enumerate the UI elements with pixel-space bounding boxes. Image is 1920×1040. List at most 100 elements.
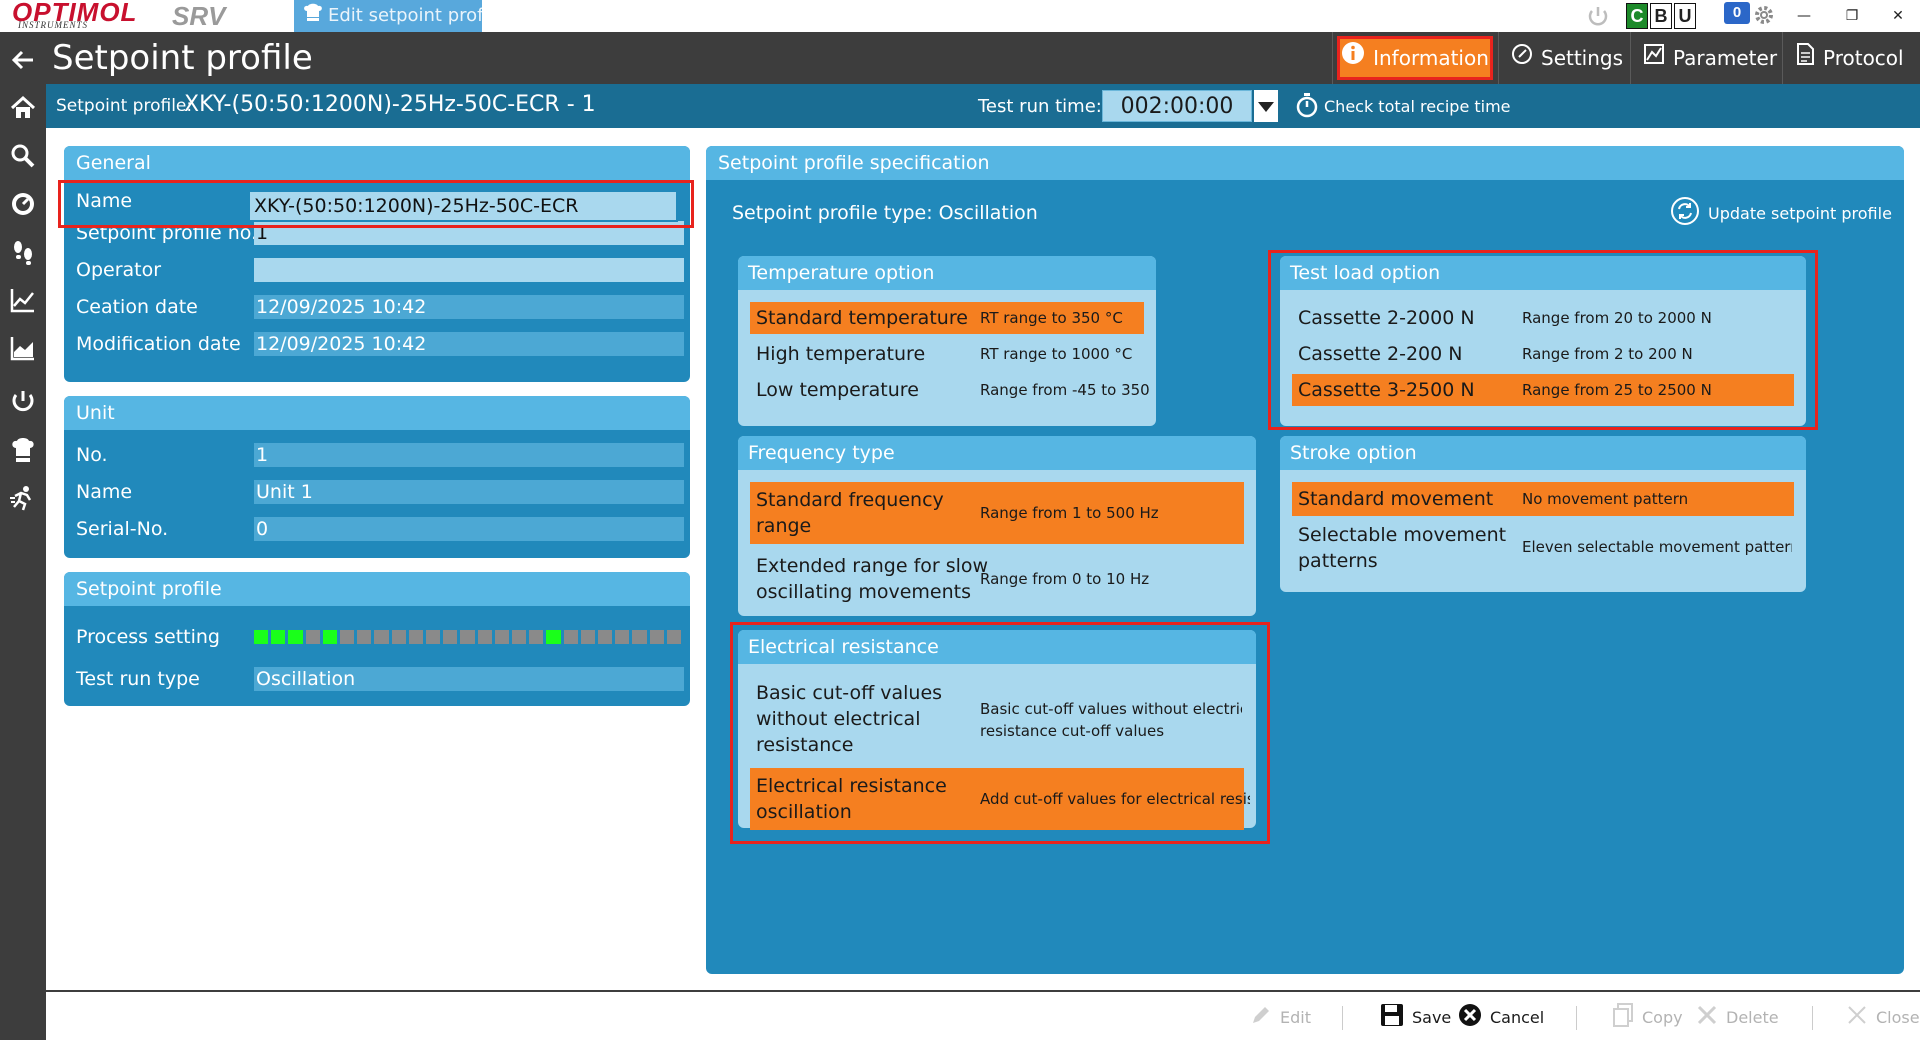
test-run-time-input[interactable]: 002:00:00 (1102, 90, 1252, 122)
c-status-badge[interactable]: C (1626, 3, 1648, 29)
update-label: Update setpoint profile (1708, 203, 1892, 223)
option-desc: Range from 1 to 500 Hz (980, 504, 1159, 522)
check-total-recipe-time-button[interactable]: Check total recipe time (1324, 97, 1511, 116)
close-label: Close (1876, 1007, 1920, 1027)
process-step-light (460, 630, 475, 644)
refresh-icon (1670, 196, 1700, 230)
title-bar: OPTIMOL INSTRUMENTS SRV Edit setpoint pr… (0, 0, 1920, 32)
pencil-icon (1250, 1004, 1272, 1030)
process-step-light (391, 630, 406, 644)
brand-subtitle: INSTRUMENTS (18, 20, 89, 30)
option-high-temperature[interactable]: High temperature RT range to 1000 °C (750, 338, 1144, 370)
option-name: Selectable movement patterns (1298, 522, 1506, 574)
process-step-light (374, 630, 389, 644)
restore-button[interactable]: ❐ (1830, 0, 1874, 32)
process-step-light (598, 630, 613, 644)
back-arrow-icon[interactable] (9, 46, 37, 74)
delete-label: Delete (1726, 1007, 1779, 1027)
process-step-light (649, 630, 664, 644)
panel-title: Unit (64, 396, 690, 430)
option-extended-range[interactable]: Extended range for slow oscillating move… (750, 548, 1244, 610)
footprints-icon[interactable] (9, 238, 37, 266)
tab-protocol[interactable]: Protocol (1782, 32, 1920, 84)
chef-hat-icon (302, 0, 328, 32)
close-icon (1846, 1004, 1868, 1030)
field-label: Name (76, 481, 133, 503)
option-name: Standard frequency range (756, 487, 944, 539)
gauge-icon[interactable] (9, 190, 37, 218)
operator-field[interactable] (254, 258, 684, 282)
chef-hat-icon[interactable] (9, 436, 37, 464)
cancel-button[interactable]: Cancel (1458, 1004, 1544, 1030)
process-step-light (494, 630, 509, 644)
notification-badge[interactable]: 0 (1724, 2, 1750, 24)
option-standard-temperature[interactable]: Standard temperature RT range to 350 °C (750, 302, 1144, 334)
copy-button[interactable]: Copy (1612, 1003, 1683, 1031)
test-run-type-value: Oscillation (254, 667, 684, 691)
tab-label: Settings (1541, 46, 1624, 70)
process-step-light (357, 630, 372, 644)
tab-label: Parameter (1673, 46, 1778, 70)
document-tab-label: Edit setpoint profile (328, 5, 482, 26)
option-name: Standard temperature (756, 307, 968, 329)
process-step-light (615, 630, 630, 644)
profile-label: Setpoint profile: (56, 96, 193, 116)
save-button[interactable]: Save (1380, 1004, 1451, 1030)
copy-icon (1612, 1003, 1634, 1031)
serial-no-value: 0 (254, 517, 684, 541)
search-icon[interactable] (9, 142, 37, 170)
area-chart-icon[interactable] (9, 334, 37, 362)
option-low-temperature[interactable]: Low temperature Range from -45 to 350 °C (750, 374, 1150, 406)
option-name: Extended range for slow oscillating move… (756, 553, 988, 605)
test-load-highlight-box (1268, 250, 1818, 430)
parameter-icon (1643, 32, 1665, 84)
minimize-button[interactable]: — (1782, 0, 1826, 32)
u-status-badge[interactable]: U (1674, 3, 1696, 29)
power-icon[interactable] (9, 388, 37, 416)
update-setpoint-profile-button[interactable]: Update setpoint profile (1670, 196, 1892, 230)
page-title: Setpoint profile (52, 38, 313, 78)
option-name-line: oscillating movements (756, 581, 971, 603)
process-setting-indicator (254, 630, 684, 644)
cancel-label: Cancel (1490, 1007, 1545, 1027)
close-window-button[interactable]: ✕ (1876, 0, 1920, 32)
stopwatch-icon[interactable] (1296, 92, 1318, 122)
runner-icon[interactable] (9, 484, 37, 512)
unit-name-value: Unit 1 (254, 480, 684, 504)
creation-date-value: 12/09/2025 10:42 (254, 295, 684, 319)
test-run-time-dropdown[interactable] (1254, 90, 1278, 122)
settings-icon (1511, 32, 1533, 84)
tab-information[interactable]: Information (1332, 32, 1496, 84)
tab-settings[interactable]: Settings (1498, 32, 1628, 84)
frequency-type-card: Frequency type Standard frequency range … (738, 436, 1256, 616)
field-label: No. (76, 444, 108, 466)
delete-button[interactable]: Delete (1696, 1004, 1779, 1030)
setpoint-profile-panel: Setpoint profile Process setting Test ru… (64, 572, 690, 706)
option-desc: Range from 0 to 10 Hz (980, 570, 1150, 588)
option-standard-movement[interactable]: Standard movement No movement pattern (1292, 482, 1794, 516)
gear-icon[interactable] (1752, 3, 1776, 31)
process-step-light (426, 630, 441, 644)
process-step-light (546, 630, 561, 644)
profile-type: Setpoint profile type: Oscillation (732, 202, 1038, 224)
option-name: Standard movement (1298, 488, 1494, 510)
edit-button[interactable]: Edit (1250, 1004, 1311, 1030)
tab-parameter[interactable]: Parameter (1630, 32, 1780, 84)
home-icon[interactable] (9, 94, 37, 122)
tab-label: Information (1373, 46, 1489, 70)
cancel-icon (1458, 1003, 1482, 1031)
close-button[interactable]: Close (1846, 1004, 1920, 1030)
option-standard-frequency-range[interactable]: Standard frequency range Range from 1 to… (750, 482, 1244, 544)
delete-icon (1696, 1004, 1718, 1030)
b-status-badge[interactable]: B (1650, 3, 1672, 29)
process-step-light (340, 630, 355, 644)
line-chart-icon[interactable] (9, 286, 37, 314)
chevron-down-icon (1258, 102, 1274, 112)
option-name-line: Standard frequency (756, 489, 944, 511)
option-selectable-movement-patterns[interactable]: Selectable movement patterns Eleven sele… (1292, 520, 1794, 578)
option-name-line: patterns (1298, 550, 1378, 572)
document-tab[interactable]: Edit setpoint profile (294, 0, 482, 32)
bottom-toolbar: Edit Save Cancel Copy Delete Close (46, 990, 1920, 1040)
option-desc: No movement pattern (1522, 490, 1689, 508)
modification-date-value: 12/09/2025 10:42 (254, 332, 684, 356)
